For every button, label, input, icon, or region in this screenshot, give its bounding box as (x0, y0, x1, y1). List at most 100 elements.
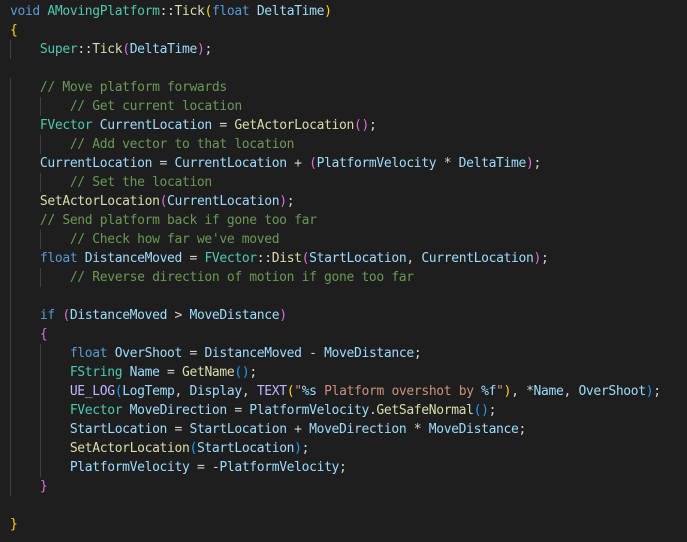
code-token: = - (189, 460, 220, 475)
indent-guide (10, 325, 11, 344)
code-token: ( (204, 4, 212, 19)
indent-guide (10, 268, 11, 287)
indent-guide (10, 344, 11, 363)
indent-guide (39, 458, 41, 477)
code-line: { (10, 325, 661, 344)
indent-guide (10, 287, 11, 306)
code-line: SetActorLocation(CurrentLocation); (10, 192, 661, 211)
code-token: ; (339, 460, 347, 475)
code-token: Name (129, 365, 160, 380)
indent-guide (39, 135, 41, 154)
code-line (10, 287, 661, 306)
code-token: DistanceMoved (84, 251, 183, 266)
code-token: SetActorLocation (69, 441, 190, 456)
code-text-area[interactable]: void AMovingPlatform::Tick(float DeltaTi… (10, 2, 661, 534)
indent-guide (10, 249, 11, 268)
code-line: FString Name = GetName(); (10, 363, 661, 382)
code-token: ( (189, 441, 197, 456)
code-line: // Move platform forwards (10, 78, 661, 97)
code-token: ) (294, 441, 302, 456)
code-token: StartLocation (196, 441, 295, 456)
code-token: GetActorLocation (234, 118, 354, 133)
code-token: GetName (182, 365, 235, 380)
code-token: " (496, 384, 504, 399)
indent-guide (10, 477, 11, 496)
indent-guide (10, 306, 11, 325)
code-token: ; (286, 194, 295, 209)
code-token: SetActorLocation (39, 194, 160, 209)
code-token: " (294, 384, 302, 399)
code-token: DeltaTime (256, 4, 325, 19)
code-token: = (167, 422, 190, 437)
code-token: // Add vector to that location (69, 137, 295, 152)
code-token: float (39, 251, 78, 266)
code-token: // Send platform back if gone too far (39, 213, 317, 228)
code-token: ; (301, 441, 310, 456)
code-token: // Move platform forwards (39, 80, 227, 95)
code-editor[interactable]: void AMovingPlatform::Tick(float DeltaTi… (0, 0, 687, 542)
code-token: if (39, 308, 55, 323)
code-line: FVector MoveDirection = PlatformVelocity… (10, 401, 661, 420)
code-token: = (182, 251, 205, 266)
code-token: float (211, 4, 250, 19)
code-token: // Reverse direction of motion if gone t… (69, 270, 414, 285)
indent-guide (10, 439, 11, 458)
code-token: float (69, 346, 108, 361)
code-token: ; (413, 346, 422, 361)
code-token: ) (324, 4, 332, 19)
indent-guide (10, 211, 11, 230)
code-token: MoveDirection (129, 403, 228, 418)
code-token: + (286, 422, 310, 437)
code-token: ; (518, 422, 526, 437)
code-token: ; (488, 403, 497, 418)
code-token: Display (189, 384, 243, 399)
code-token: ; (368, 118, 377, 133)
code-token: PlatformVelocity (249, 403, 369, 418)
code-line: if (DistanceMoved > MoveDistance) (10, 306, 661, 325)
code-token: :: (159, 4, 175, 19)
code-line: // Get current location (10, 97, 661, 116)
code-token: CurrentLocation (174, 156, 288, 171)
code-line: float DistanceMoved = FVector::Dist(Star… (10, 249, 661, 268)
code-token: ) (533, 251, 541, 266)
indent-guide (10, 97, 11, 116)
code-token: LogTemp (122, 384, 175, 399)
code-token: ) (279, 308, 287, 323)
indent-guide (10, 401, 11, 420)
code-token: ; (533, 156, 541, 171)
code-token: PlatformVelocity (219, 460, 340, 475)
code-token: - (301, 346, 325, 361)
indent-guide (39, 344, 41, 363)
code-token: = (159, 365, 183, 380)
code-token: DeltaTime (129, 42, 198, 57)
code-token: ( (62, 308, 70, 323)
code-token: %f (481, 384, 497, 399)
indent-guide (10, 40, 11, 59)
code-token: ( (159, 194, 168, 209)
code-token: * (406, 422, 429, 437)
code-line: void AMovingPlatform::Tick(float DeltaTi… (10, 2, 661, 21)
code-token: %s (301, 384, 317, 399)
code-token: , * (511, 384, 534, 399)
code-token: OverShoot (578, 384, 646, 399)
code-token: , (406, 251, 422, 266)
code-token: GetSafeNormal (376, 403, 474, 418)
code-token: ) (279, 194, 287, 209)
code-token: = (226, 403, 250, 418)
code-line: SetActorLocation(StartLocation); (10, 439, 661, 458)
code-token: () (234, 365, 250, 380)
code-token: FString (69, 365, 123, 380)
code-token: // Check how far we've moved (69, 232, 280, 247)
code-token: ; (204, 42, 212, 57)
code-line: { (10, 21, 661, 40)
indent-guide (39, 439, 41, 458)
indent-guide (10, 78, 11, 97)
